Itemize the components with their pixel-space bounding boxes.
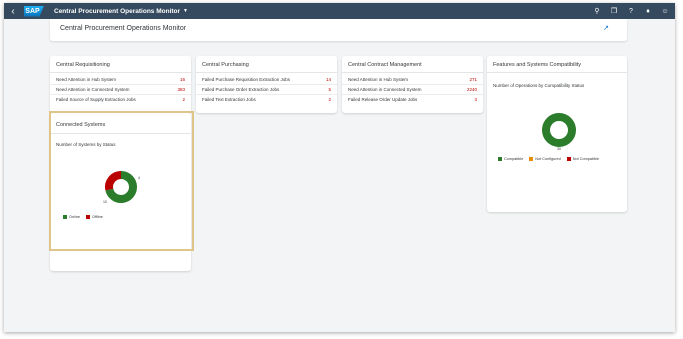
- selection-highlight: [49, 111, 194, 251]
- divider: [196, 72, 337, 73]
- chart-legend: Compatible Not Configured Not Compatible: [498, 157, 599, 161]
- card-title: Central Contract Management: [348, 62, 422, 68]
- list-item[interactable]: Failed Source of Supply Extraction Jobs 2: [50, 95, 191, 104]
- row-value: 16: [179, 76, 185, 82]
- list-item[interactable]: Need Attention in Hub System 16: [50, 75, 191, 85]
- list-item[interactable]: Need Attention in Connected System 383: [50, 85, 191, 95]
- card-title: Central Purchasing: [202, 62, 249, 68]
- divider: [487, 72, 627, 73]
- row-value: 5: [328, 86, 331, 92]
- card-central-requisitioning[interactable]: Central Requisitioning Need Attention in…: [50, 56, 191, 113]
- list-item[interactable]: Failed Text Extraction Jobs 2: [196, 95, 337, 104]
- chevron-down-icon[interactable]: ▼: [183, 8, 188, 14]
- card-title: Central Requisitioning: [56, 62, 110, 68]
- sap-logo[interactable]: SAP: [24, 5, 44, 17]
- copy-icon[interactable]: ❐: [610, 7, 618, 15]
- help-icon[interactable]: ?: [627, 8, 635, 15]
- shell-actions: ⚲ ❐ ? ♦ ☺: [593, 3, 669, 19]
- row-label: Failed Purchase Order Extraction Jobs: [202, 86, 280, 92]
- back-icon[interactable]: ‹: [4, 6, 22, 17]
- donut-slice-compatible[interactable]: [542, 113, 576, 147]
- row-value: 2: [328, 96, 331, 102]
- user-icon[interactable]: ☺: [661, 8, 669, 15]
- row-value: 2240: [466, 86, 477, 92]
- row-label: Need Attention in Hub System: [348, 76, 409, 82]
- legend-label: Not Compatible: [572, 157, 599, 161]
- divider: [342, 72, 483, 73]
- divider: [50, 72, 191, 73]
- card-features-compatibility[interactable]: Features and Systems Compatibility Numbe…: [487, 56, 627, 212]
- app-frame: ‹ SAP Central Procurement Operations Mon…: [4, 3, 675, 332]
- search-icon[interactable]: ⚲: [593, 7, 601, 15]
- row-label: Failed Release Order Update Jobs: [348, 96, 418, 102]
- row-value: 2: [182, 96, 185, 102]
- row-label: Need Attention in Connected System: [56, 86, 130, 92]
- legend-item-not-compatible[interactable]: Not Compatible: [566, 157, 599, 161]
- shell-bar: ‹ SAP Central Procurement Operations Mon…: [4, 3, 675, 19]
- legend-item-compatible[interactable]: Compatible: [498, 157, 523, 161]
- chart-subtitle: Number of Operations by Compatibility St…: [493, 83, 585, 88]
- shell-title[interactable]: Central Procurement Operations Monitor: [54, 8, 180, 15]
- list-item[interactable]: Need Attention in Hub System 271: [342, 75, 483, 85]
- row-value: 271: [469, 76, 477, 82]
- page-header: Central Procurement Operations Monitor ↗: [50, 19, 627, 41]
- row-value: 3: [474, 96, 477, 102]
- data-label: 30: [557, 147, 561, 151]
- list-item[interactable]: Failed Purchase Requisition Extraction J…: [196, 75, 337, 85]
- row-label: Need Attention in Hub System: [56, 76, 117, 82]
- card-title: Features and Systems Compatibility: [493, 62, 582, 68]
- list-item[interactable]: Failed Purchase Order Extraction Jobs 5: [196, 85, 337, 95]
- row-label: Failed Text Extraction Jobs: [202, 96, 256, 102]
- legend-item-not-configured[interactable]: Not Configured: [529, 157, 561, 161]
- row-label: Need Attention in Connected System: [348, 86, 422, 92]
- card-central-contract-management[interactable]: Central Contract Management Need Attenti…: [342, 56, 483, 113]
- row-value: 14: [325, 76, 331, 82]
- row-label: Failed Purchase Requisition Extraction J…: [202, 76, 291, 82]
- row-value: 383: [177, 86, 185, 92]
- card-central-purchasing[interactable]: Central Purchasing Failed Purchase Requi…: [196, 56, 337, 113]
- row-label: Failed Source of Supply Extraction Jobs: [56, 96, 136, 102]
- bell-icon[interactable]: ♦: [644, 8, 652, 15]
- external-link-icon[interactable]: ↗: [603, 24, 609, 32]
- legend-label: Compatible: [504, 157, 524, 161]
- page-title: Central Procurement Operations Monitor: [60, 25, 187, 32]
- list-item[interactable]: Need Attention in Connected System 2240: [342, 85, 483, 95]
- list-item[interactable]: Failed Release Order Update Jobs 3: [342, 95, 483, 104]
- legend-label: Not Configured: [535, 157, 561, 161]
